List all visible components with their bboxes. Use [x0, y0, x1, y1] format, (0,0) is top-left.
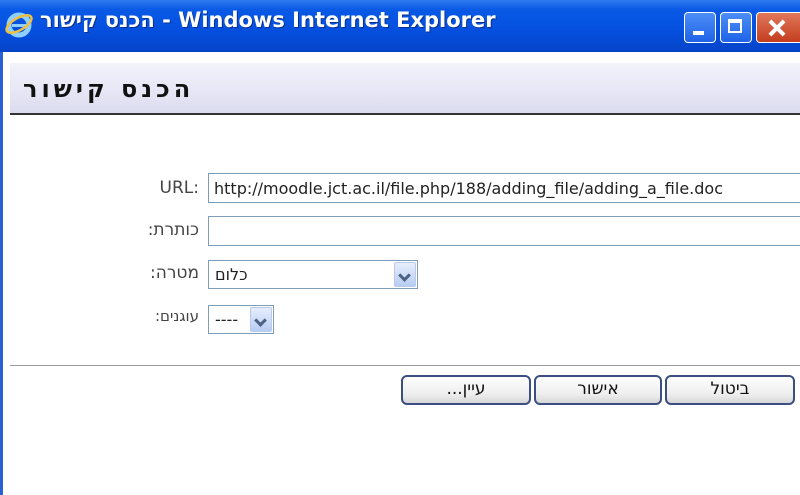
target-select[interactable]: כלום: [208, 260, 418, 289]
ok-button[interactable]: אישור: [534, 375, 662, 405]
url-label: URL:: [159, 178, 199, 198]
anchors-select-value: ----: [215, 310, 239, 329]
title-label: כותרת:: [147, 220, 199, 240]
dialog-heading: הכנס קישור: [23, 75, 195, 103]
browse-button[interactable]: עיין...: [401, 375, 531, 405]
window-title-hebrew: הכנס קישור: [40, 8, 155, 32]
dialog-window: הכנס קישור URL: http://moodle.jct.ac.il/…: [0, 52, 800, 495]
maximize-button[interactable]: [720, 12, 752, 43]
internet-explorer-icon: [5, 12, 33, 38]
dialog-header: הכנס קישור: [10, 63, 800, 115]
url-input-value: http://moodle.jct.ac.il/file.php/188/add…: [214, 179, 723, 198]
anchors-label: עוגנים:: [154, 307, 199, 325]
anchors-select[interactable]: ----: [208, 305, 274, 334]
chevron-down-icon[interactable]: [250, 307, 272, 332]
divider: [10, 365, 800, 367]
title-input[interactable]: [208, 216, 800, 246]
close-button[interactable]: [756, 12, 800, 43]
target-label: מטרה:: [150, 263, 199, 283]
url-input[interactable]: http://moodle.jct.ac.il/file.php/188/add…: [208, 173, 800, 203]
title-bar[interactable]: הכנס קישור - Windows Internet Explorer: [0, 0, 800, 52]
window-title: הכנס קישור - Windows Internet Explorer: [40, 8, 496, 32]
chevron-down-icon[interactable]: [394, 262, 416, 287]
window-title-suffix: - Windows Internet Explorer: [154, 8, 496, 32]
cancel-button[interactable]: ביטול: [665, 375, 795, 405]
target-select-value: כלום: [215, 265, 248, 284]
minimize-button[interactable]: [684, 12, 716, 43]
